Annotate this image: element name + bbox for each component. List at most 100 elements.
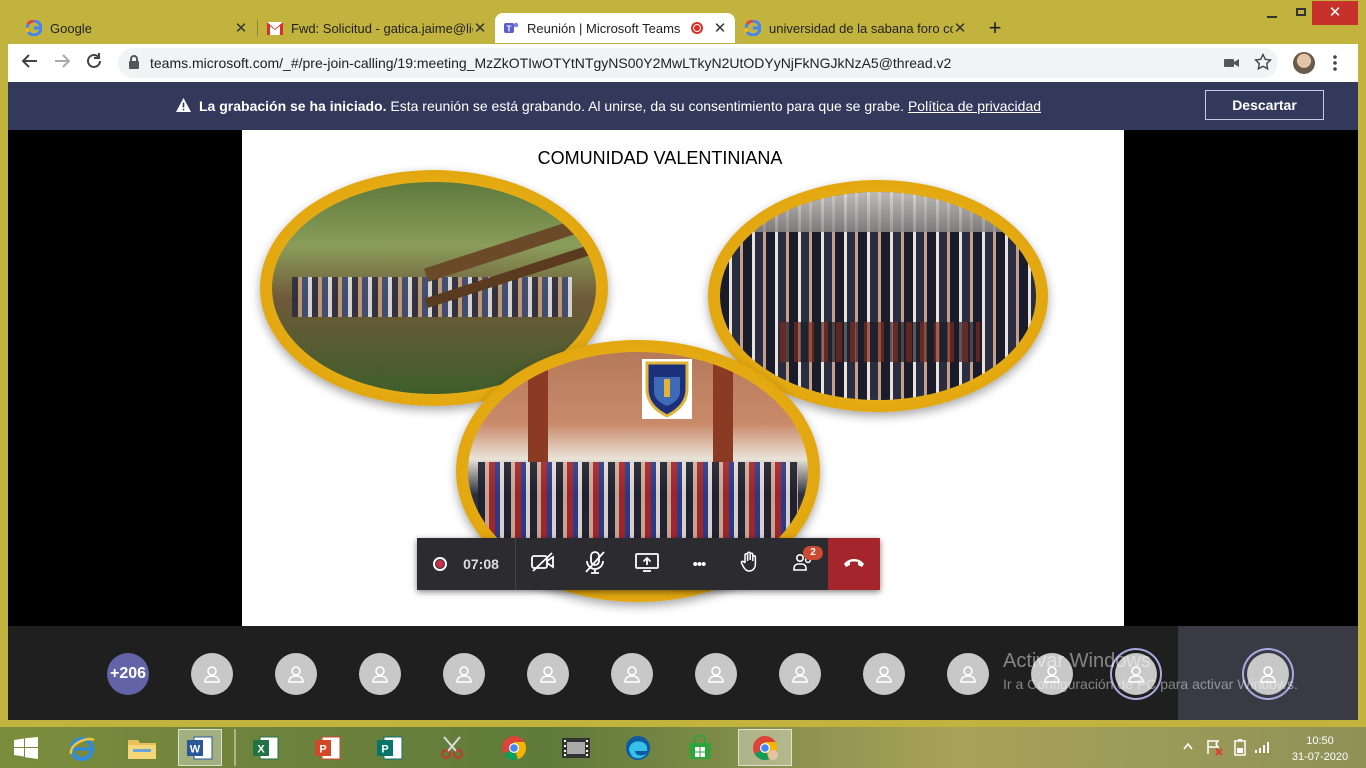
chrome-icon[interactable] <box>492 729 536 766</box>
movie-maker-icon[interactable] <box>554 729 598 766</box>
participant-avatar[interactable] <box>275 653 317 695</box>
privacy-policy-link[interactable]: Política de privacidad <box>908 98 1041 114</box>
close-tab-icon[interactable]: ✕ <box>473 19 487 37</box>
participant-avatar[interactable] <box>191 653 233 695</box>
more-actions-button[interactable]: ••• <box>679 538 719 590</box>
clock[interactable]: 10:50 31-07-2020 <box>1282 733 1358 765</box>
powerpoint-icon[interactable]: P <box>306 729 350 766</box>
internet-explorer-icon[interactable] <box>60 729 104 766</box>
close-tab-icon[interactable]: ✕ <box>234 19 248 37</box>
word-taskbar-icon[interactable]: W <box>178 729 222 766</box>
battery-icon[interactable] <box>1232 738 1248 761</box>
publisher-icon[interactable]: P <box>368 729 412 766</box>
snipping-tool-icon[interactable] <box>430 729 474 766</box>
profile-avatar[interactable] <box>1293 52 1315 74</box>
participants-badge: 2 <box>803 546 823 560</box>
svg-text:T: T <box>507 25 512 34</box>
close-tab-icon[interactable]: ✕ <box>953 19 967 37</box>
tray-expand-icon[interactable] <box>1183 737 1195 757</box>
back-icon[interactable] <box>18 52 42 74</box>
participant-avatar[interactable] <box>947 653 989 695</box>
participant-avatar[interactable] <box>443 653 485 695</box>
activation-watermark-text: Ir a Configuración de PC para activar Wi… <box>1003 676 1298 692</box>
more-icon: ••• <box>692 555 707 573</box>
recording-indicator-icon <box>691 22 703 34</box>
person-icon <box>456 666 472 683</box>
tab-title: Google <box>50 20 92 36</box>
windows-logo-icon <box>14 736 38 759</box>
participant-avatar[interactable] <box>779 653 821 695</box>
url-text: teams.microsoft.com/_#/pre-join-calling/… <box>150 55 952 71</box>
raise-hand-icon <box>740 551 760 578</box>
lock-icon <box>128 55 140 75</box>
tab-google[interactable]: Google ✕ <box>18 13 256 43</box>
tab-search[interactable]: universidad de la sabana foro co ✕ <box>737 13 975 43</box>
recording-timer: 07:08 <box>417 538 515 590</box>
minimize-icon[interactable] <box>1262 4 1282 24</box>
person-icon <box>876 666 892 683</box>
tab-gmail[interactable]: Fwd: Solicitud - gatica.jaime@lice ✕ <box>259 13 495 43</box>
network-signal-icon[interactable] <box>1254 740 1272 759</box>
camera-off-icon <box>531 551 555 577</box>
taskbar-divider <box>226 729 236 766</box>
camera-blocked-icon[interactable] <box>1224 56 1240 75</box>
svg-text:P: P <box>381 743 388 755</box>
tab-teams[interactable]: T Reunión | Microsoft Teams ✕ <box>495 13 735 43</box>
clock-time: 10:50 <box>1306 735 1334 747</box>
person-icon <box>624 666 640 683</box>
tab-title: universidad de la sabana foro co <box>769 20 953 36</box>
google-icon <box>26 20 42 36</box>
start-button[interactable] <box>4 729 48 766</box>
participant-avatar[interactable] <box>611 653 653 695</box>
self-view-tile <box>1178 626 1358 720</box>
dismiss-button[interactable]: Descartar <box>1205 90 1324 120</box>
teams-icon: T <box>503 20 519 36</box>
close-tab-icon[interactable]: ✕ <box>713 19 727 37</box>
forward-icon[interactable] <box>50 52 74 74</box>
divider <box>515 538 516 590</box>
warning-icon <box>176 98 191 115</box>
svg-text:P: P <box>319 743 326 755</box>
raise-hand-button[interactable] <box>730 538 770 590</box>
bookmark-star-icon[interactable] <box>1253 52 1273 76</box>
address-bar[interactable]: teams.microsoft.com/_#/pre-join-calling/… <box>118 48 1278 78</box>
tab-title: Fwd: Solicitud - gatica.jaime@lice <box>291 20 473 36</box>
school-crest-logo <box>642 359 692 419</box>
clock-date: 31-07-2020 <box>1291 751 1349 763</box>
hang-up-icon <box>842 555 866 573</box>
file-explorer-icon[interactable] <box>120 729 164 766</box>
action-center-icon[interactable] <box>1206 738 1224 761</box>
mic-toggle-button[interactable] <box>575 538 615 590</box>
participants-button[interactable]: 2 <box>781 538 825 590</box>
participant-avatar[interactable] <box>863 653 905 695</box>
slide-title: COMUNIDAD VALENTINIANA <box>537 148 783 168</box>
person-icon <box>204 666 220 683</box>
recording-banner: La grabación se ha iniciado. Esta reunió… <box>8 82 1358 130</box>
camera-toggle-button[interactable] <box>523 538 563 590</box>
store-icon[interactable] <box>678 729 722 766</box>
new-tab-button[interactable]: + <box>983 14 1007 42</box>
excel-icon[interactable]: X <box>244 729 288 766</box>
participant-avatar[interactable] <box>359 653 401 695</box>
hang-up-button[interactable] <box>828 538 880 590</box>
person-icon <box>708 666 724 683</box>
participant-avatar[interactable] <box>527 653 569 695</box>
call-controls: 07:08 ••• 2 <box>417 538 880 590</box>
more-participants-button[interactable]: +206 <box>107 653 149 695</box>
edge-icon[interactable] <box>616 729 660 766</box>
browser-menu-icon[interactable] <box>1329 52 1341 74</box>
activation-watermark-title: Activar Windows <box>1003 650 1151 672</box>
gmail-icon <box>267 20 283 36</box>
recording-dot-icon <box>433 557 448 571</box>
participants-bar: +206 Activar Windows Ir a Configuración … <box>8 626 1358 720</box>
chrome-window-taskbar-icon[interactable] <box>738 729 792 766</box>
mic-off-icon <box>584 550 606 579</box>
window-close-icon[interactable]: ✕ <box>1312 1 1358 25</box>
maximize-icon[interactable] <box>1292 4 1312 24</box>
participant-avatar[interactable] <box>695 653 737 695</box>
person-icon <box>792 666 808 683</box>
reload-icon[interactable] <box>82 52 106 74</box>
banner-bold: La grabación se ha iniciado. <box>199 98 387 114</box>
google-icon <box>745 20 761 36</box>
share-screen-button[interactable] <box>627 538 667 590</box>
